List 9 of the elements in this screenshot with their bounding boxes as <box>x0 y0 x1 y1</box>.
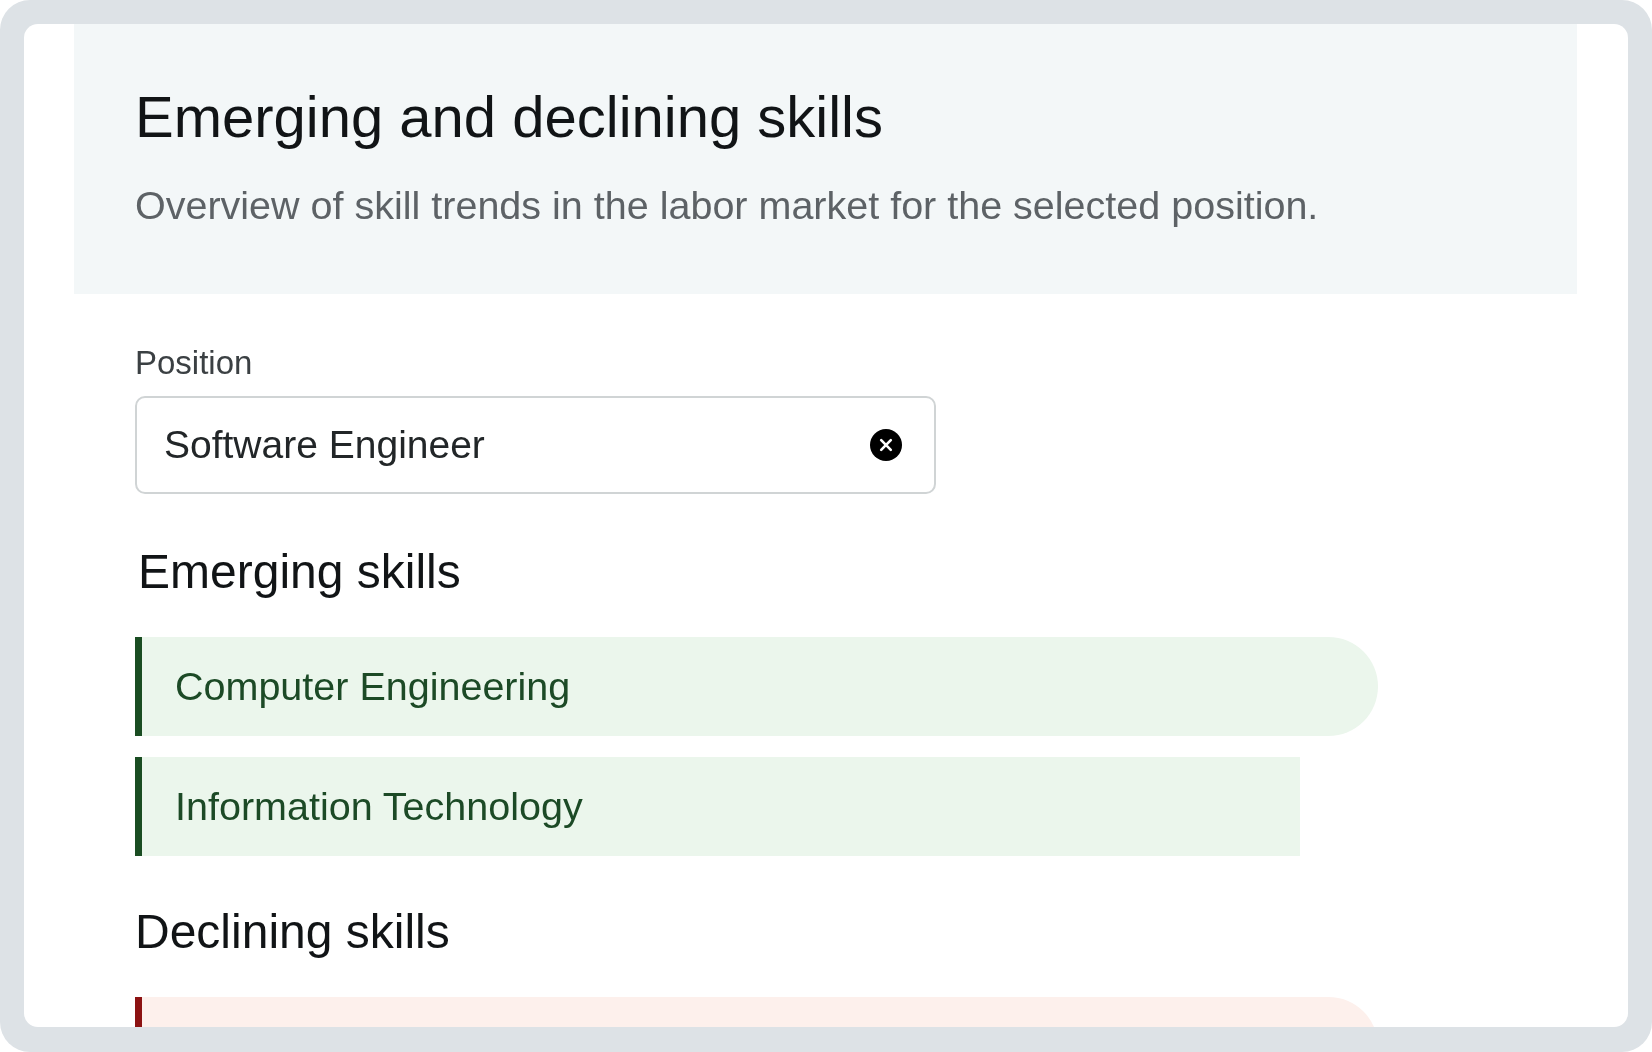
clear-icon[interactable] <box>870 429 902 461</box>
skill-item[interactable]: Computer Engineering <box>135 637 1378 736</box>
position-field[interactable]: Software Engineer <box>135 396 936 494</box>
page-title: Emerging and declining skills <box>135 83 883 151</box>
skill-item[interactable]: Information Technology <box>135 757 1300 856</box>
page-subtitle: Overview of skill trends in the labor market for the selected position. <box>135 184 1319 227</box>
field-label: Position <box>135 344 253 382</box>
section-heading: Declining skills <box>135 904 450 959</box>
section-heading: Emerging skills <box>138 544 461 599</box>
